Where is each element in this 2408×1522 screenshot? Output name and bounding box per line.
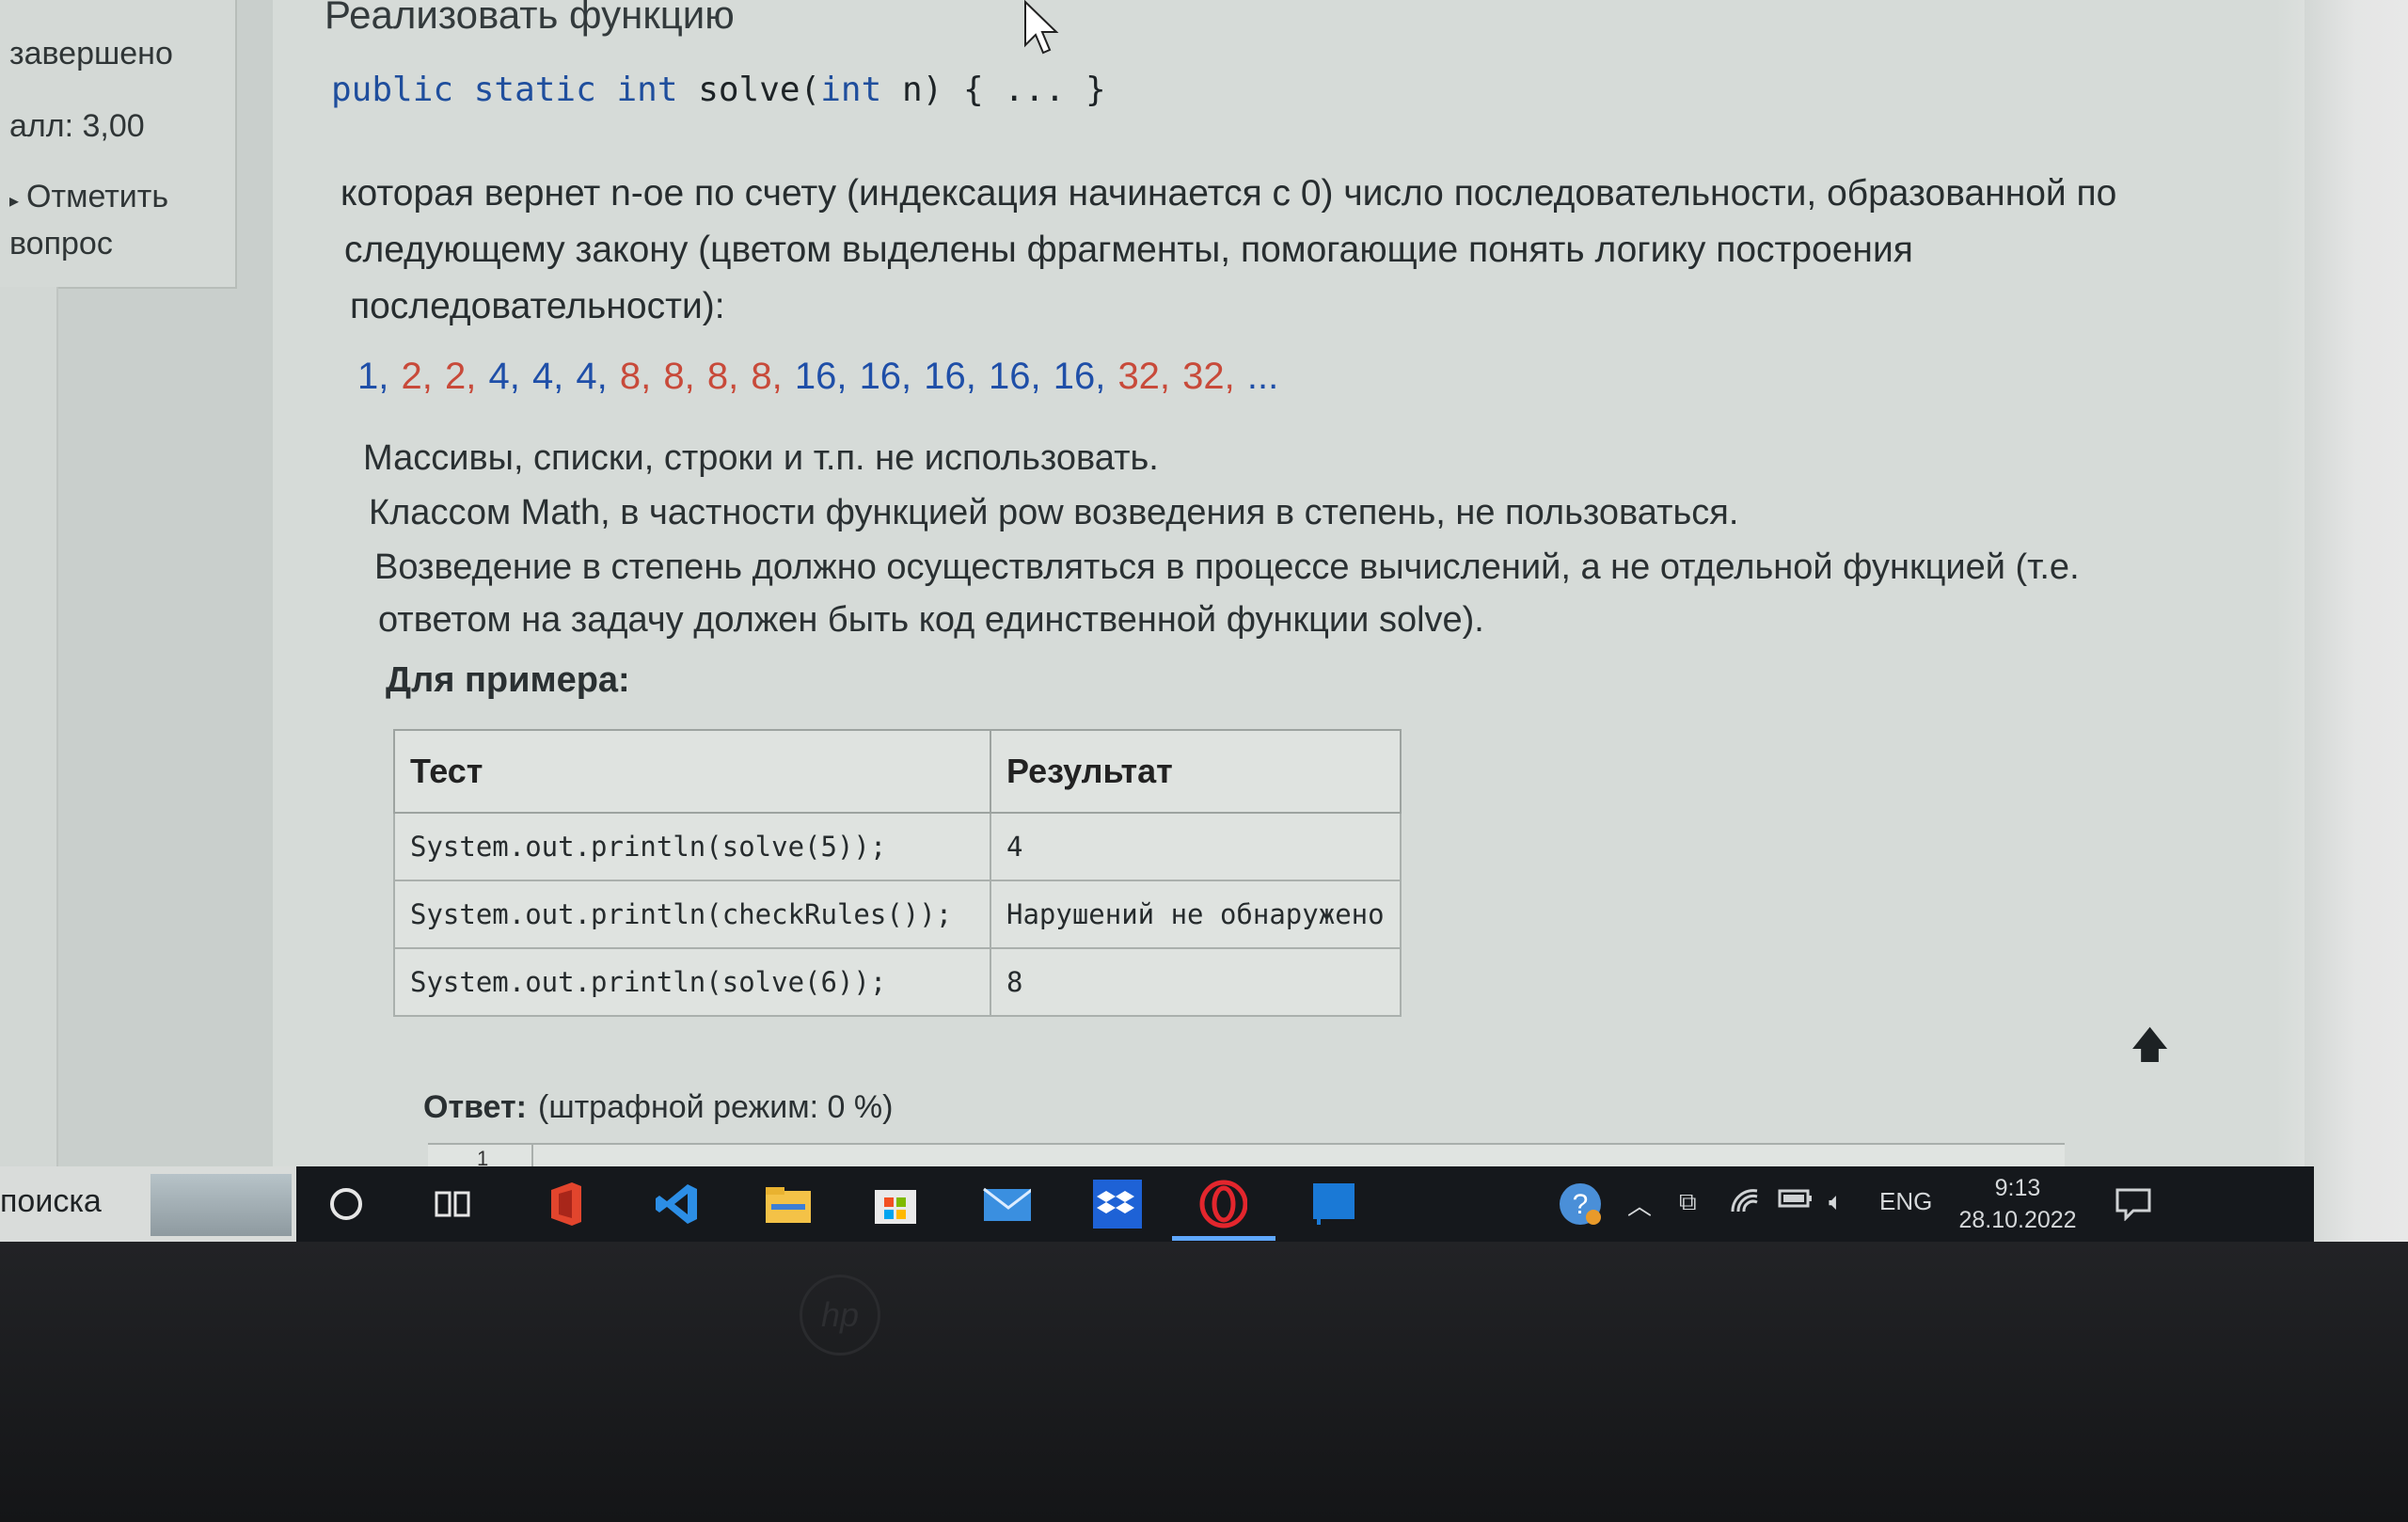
notifications-icon[interactable] (2115, 1187, 2152, 1228)
app-icon-blue[interactable] (1309, 1180, 1358, 1229)
left-panel-strip (0, 287, 58, 1166)
screen: завершено алл: 3,00 ▸ Отметить вопрос Реа… (0, 0, 2408, 1242)
sequence-number: 16, (924, 356, 987, 397)
answer-label: Ответ: (423, 1089, 527, 1125)
signature-rest: n) { ... } (901, 71, 1106, 109)
test-cell: System.out.println(solve(6)); (393, 947, 991, 1017)
flag-icon: ▸ (9, 191, 20, 212)
wifi-icon[interactable] (1729, 1187, 1761, 1222)
volume-icon[interactable]: 🔈︎ (1829, 1187, 1844, 1217)
status-text: завершено (9, 36, 173, 71)
flag-label: Отметить (26, 179, 169, 214)
sequence-number: 2, (444, 356, 487, 397)
scroll-to-top-icon[interactable]: 🡅 (2131, 1018, 2169, 1082)
sequence-number: 2, (401, 356, 443, 397)
description-line: которая вернет n-ое по счету (индексация… (341, 173, 2117, 214)
rule-line: ответом на задачу должен быть код единст… (378, 600, 1484, 640)
hp-logo: hp (800, 1275, 880, 1356)
sequence-number: 1, (357, 356, 400, 397)
sequence-number: 16, (1053, 356, 1117, 397)
taskbar: поиска ? ︿ ⧉ 🔈︎ ENG 9:13 28.10.2022 (0, 1166, 2314, 1242)
column-header-result: Результат (990, 729, 1402, 814)
penalty-mode: (штрафной режим: 0 %) (538, 1089, 894, 1125)
network-device-icon[interactable]: ⧉ (1679, 1187, 1697, 1217)
table-row: System.out.println(checkRules()); Наруше… (393, 880, 1402, 949)
test-cell: System.out.println(checkRules()); (393, 880, 991, 949)
active-app-indicator (1172, 1236, 1275, 1241)
keyword: static (473, 71, 596, 109)
question-title: Реализовать функцию (325, 0, 735, 37)
test-cell: System.out.println(solve(5)); (393, 812, 991, 881)
column-header-test: Тест (393, 729, 991, 814)
sequence-number: 4, (488, 356, 531, 397)
office-icon[interactable] (542, 1180, 591, 1229)
examples-table: Тест Результат System.out.println(solve(… (393, 729, 1402, 1017)
sequence-number: 16, (989, 356, 1052, 397)
sequence-number: 8, (663, 356, 705, 397)
help-icon[interactable]: ? (1556, 1180, 1605, 1229)
result-cell: 4 (990, 812, 1402, 881)
language-indicator[interactable]: ENG (1879, 1187, 1932, 1216)
keyword: int (616, 71, 678, 109)
sequence-number: 8, (619, 356, 662, 397)
table-header-row: Тест Результат (393, 729, 1402, 814)
chevron-up-icon[interactable]: ︿ (1627, 1187, 1652, 1222)
table-row: System.out.println(solve(6)); 8 (393, 947, 1402, 1017)
function-signature: public static int solve(int n) { ... } (331, 71, 1106, 109)
score-text: алл: 3,00 (9, 108, 145, 144)
taskbar-search[interactable]: поиска (0, 1166, 296, 1242)
cortana-icon[interactable] (322, 1180, 371, 1229)
monitor-bezel (0, 1242, 2408, 1522)
function-name: solve( (698, 71, 821, 109)
quiz-info-panel: завершено алл: 3,00 ▸ Отметить вопрос (0, 0, 237, 289)
battery-icon[interactable] (1778, 1187, 1814, 1216)
task-view-icon[interactable] (429, 1180, 478, 1229)
sequence-number: 8, (706, 356, 750, 397)
mail-icon[interactable] (982, 1180, 1031, 1229)
sequence-number: 16, (859, 356, 923, 397)
file-explorer-icon[interactable] (764, 1180, 813, 1229)
mouse-cursor-icon (1024, 0, 1059, 55)
example-heading: Для примера: (386, 660, 630, 700)
sequence-number: 32, (1117, 356, 1181, 397)
svg-text:?: ? (1573, 1189, 1589, 1220)
clock-date: 28.10.2022 (1958, 1207, 2077, 1233)
flag-label-2: вопрос (9, 226, 113, 262)
table-row: System.out.println(solve(5)); 4 (393, 812, 1402, 881)
keyword: public (331, 71, 454, 109)
screen-glare (2276, 0, 2408, 1242)
flag-question-button[interactable]: ▸ Отметить (9, 179, 168, 215)
description-line: последовательности): (350, 286, 725, 326)
sequence-number: 32, (1182, 356, 1245, 397)
description-line: следующему закону (цветом выделены фрагм… (344, 230, 1913, 270)
sequence-number: 4, (531, 356, 575, 397)
result-cell: Нарушений не обнаружено (990, 880, 1402, 949)
answer-label-row: Ответ: (штрафной режим: 0 %) (423, 1089, 893, 1126)
rule-line: Классом Math, в частности функцией pow в… (369, 493, 1739, 532)
dropbox-icon[interactable] (1093, 1180, 1142, 1229)
store-icon[interactable] (871, 1180, 920, 1229)
search-highlight-image (150, 1174, 292, 1236)
sequence-number: ... (1246, 356, 1279, 397)
number-sequence: 1, 2, 2, 4, 4, 4, 8, 8, 8, 8, 16, 16, 16… (357, 356, 1280, 398)
rule-line: Возведение в степень должно осуществлять… (374, 547, 2080, 587)
result-cell: 8 (990, 947, 1402, 1017)
vscode-icon[interactable] (653, 1180, 702, 1229)
clock-time: 9:13 (1994, 1175, 2041, 1201)
rule-line: Массивы, списки, строки и т.п. не исполь… (363, 438, 1159, 478)
search-placeholder: поиска (0, 1183, 102, 1219)
keyword: int (820, 71, 882, 109)
opera-icon[interactable] (1198, 1180, 1247, 1229)
sequence-number: 4, (576, 356, 618, 397)
sequence-number: 8, (751, 356, 793, 397)
system-clock[interactable]: 9:13 28.10.2022 (1952, 1172, 2083, 1236)
sequence-number: 16, (794, 356, 858, 397)
